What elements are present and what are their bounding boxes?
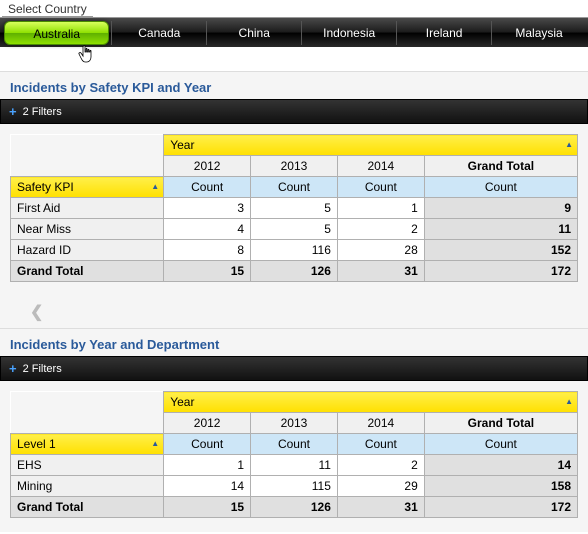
count-header: Count bbox=[251, 434, 338, 455]
select-country-label: Select Country bbox=[2, 0, 93, 17]
count-header: Count bbox=[337, 177, 424, 198]
col-grand-total[interactable]: Grand Total bbox=[424, 413, 577, 434]
row-label-first-aid[interactable]: First Aid bbox=[11, 198, 164, 219]
cell: 29 bbox=[337, 476, 424, 497]
sort-arrow-icon[interactable]: ▲ bbox=[151, 439, 159, 448]
sort-arrow-icon[interactable]: ▲ bbox=[565, 140, 573, 149]
tab-malaysia[interactable]: Malaysia bbox=[491, 21, 586, 45]
panel2-pivot-table: Year▲ 2012 2013 2014 Grand Total Level 1… bbox=[10, 391, 578, 518]
row-label-ehs[interactable]: EHS bbox=[11, 455, 164, 476]
cell-grand-total: 172 bbox=[424, 497, 577, 518]
panel1-pivot-table: Year▲ 2012 2013 2014 Grand Total Safety … bbox=[10, 134, 578, 282]
table-row: First Aid 3 5 1 9 bbox=[11, 198, 578, 219]
table-row: Mining 14 115 29 158 bbox=[11, 476, 578, 497]
expand-filters-icon[interactable]: + bbox=[9, 104, 17, 119]
panel1-filter-bar[interactable]: + 2 Filters bbox=[0, 99, 588, 124]
col-grand-total[interactable]: Grand Total bbox=[424, 156, 577, 177]
cell-row-total: 9 bbox=[424, 198, 577, 219]
cell-grand-total: 172 bbox=[424, 261, 577, 282]
cell: 4 bbox=[164, 219, 251, 240]
tab-china[interactable]: China bbox=[206, 21, 301, 45]
cell-row-total: 11 bbox=[424, 219, 577, 240]
corner-empty bbox=[11, 392, 164, 413]
col-2012[interactable]: 2012 bbox=[164, 413, 251, 434]
count-header: Count bbox=[424, 434, 577, 455]
cell: 2 bbox=[337, 455, 424, 476]
cell: 1 bbox=[337, 198, 424, 219]
cell: 8 bbox=[164, 240, 251, 261]
cell: 5 bbox=[251, 219, 338, 240]
count-header: Count bbox=[164, 434, 251, 455]
cell-col-total: 15 bbox=[164, 261, 251, 282]
count-header: Count bbox=[424, 177, 577, 198]
cell: 3 bbox=[164, 198, 251, 219]
panel2-filter-bar[interactable]: + 2 Filters bbox=[0, 356, 588, 381]
rowdim-level1[interactable]: Level 1▲ bbox=[11, 434, 164, 455]
table-row: EHS 1 11 2 14 bbox=[11, 455, 578, 476]
country-tabbar: Australia Canada China Indonesia Ireland… bbox=[0, 17, 588, 47]
rowdim-safety-kpi[interactable]: Safety KPI▲ bbox=[11, 177, 164, 198]
col-2012[interactable]: 2012 bbox=[164, 156, 251, 177]
count-header: Count bbox=[164, 177, 251, 198]
panel2-pivot-wrap: Year▲ 2012 2013 2014 Grand Total Level 1… bbox=[0, 381, 588, 532]
cell: 116 bbox=[251, 240, 338, 261]
row-label-hazard-id[interactable]: Hazard ID bbox=[11, 240, 164, 261]
cell: 5 bbox=[251, 198, 338, 219]
panel1-title: Incidents by Safety KPI and Year bbox=[0, 71, 588, 99]
cell-col-total: 31 bbox=[337, 497, 424, 518]
cell-row-total: 152 bbox=[424, 240, 577, 261]
cell: 14 bbox=[164, 476, 251, 497]
table-row: Near Miss 4 5 2 11 bbox=[11, 219, 578, 240]
tab-canada[interactable]: Canada bbox=[111, 21, 206, 45]
cell: 1 bbox=[164, 455, 251, 476]
cell: 2 bbox=[337, 219, 424, 240]
count-header: Count bbox=[251, 177, 338, 198]
sort-arrow-icon[interactable]: ▲ bbox=[565, 397, 573, 406]
year-header[interactable]: Year▲ bbox=[164, 392, 578, 413]
sort-arrow-icon[interactable]: ▲ bbox=[151, 182, 159, 191]
cell-col-total: 126 bbox=[251, 261, 338, 282]
cell: 115 bbox=[251, 476, 338, 497]
cell-row-total: 14 bbox=[424, 455, 577, 476]
cell: 28 bbox=[337, 240, 424, 261]
cursor-hand-icon bbox=[78, 44, 96, 69]
back-chevron-icon[interactable]: ❮ bbox=[0, 296, 588, 328]
corner-empty bbox=[11, 135, 164, 156]
panel2-filter-text: 2 Filters bbox=[23, 363, 62, 375]
cell-col-total: 126 bbox=[251, 497, 338, 518]
col-2013[interactable]: 2013 bbox=[251, 413, 338, 434]
panel1-filter-text: 2 Filters bbox=[23, 106, 62, 118]
corner-empty bbox=[11, 156, 164, 177]
cell-row-total: 158 bbox=[424, 476, 577, 497]
corner-empty bbox=[11, 413, 164, 434]
cell: 11 bbox=[251, 455, 338, 476]
panel2-title: Incidents by Year and Department bbox=[0, 328, 588, 356]
table-row: Hazard ID 8 116 28 152 bbox=[11, 240, 578, 261]
col-2013[interactable]: 2013 bbox=[251, 156, 338, 177]
expand-filters-icon[interactable]: + bbox=[9, 361, 17, 376]
tab-australia[interactable]: Australia bbox=[4, 21, 109, 45]
count-header: Count bbox=[337, 434, 424, 455]
grand-total-row: Grand Total 15 126 31 172 bbox=[11, 261, 578, 282]
cell-col-total: 15 bbox=[164, 497, 251, 518]
grand-total-row: Grand Total 15 126 31 172 bbox=[11, 497, 578, 518]
tab-indonesia[interactable]: Indonesia bbox=[301, 21, 396, 45]
row-label-grand-total: Grand Total bbox=[11, 261, 164, 282]
panel1-pivot-wrap: Year▲ 2012 2013 2014 Grand Total Safety … bbox=[0, 124, 588, 296]
row-label-near-miss[interactable]: Near Miss bbox=[11, 219, 164, 240]
col-2014[interactable]: 2014 bbox=[337, 156, 424, 177]
col-2014[interactable]: 2014 bbox=[337, 413, 424, 434]
row-label-grand-total: Grand Total bbox=[11, 497, 164, 518]
row-label-mining[interactable]: Mining bbox=[11, 476, 164, 497]
year-header[interactable]: Year▲ bbox=[164, 135, 578, 156]
cell-col-total: 31 bbox=[337, 261, 424, 282]
tab-ireland[interactable]: Ireland bbox=[396, 21, 491, 45]
